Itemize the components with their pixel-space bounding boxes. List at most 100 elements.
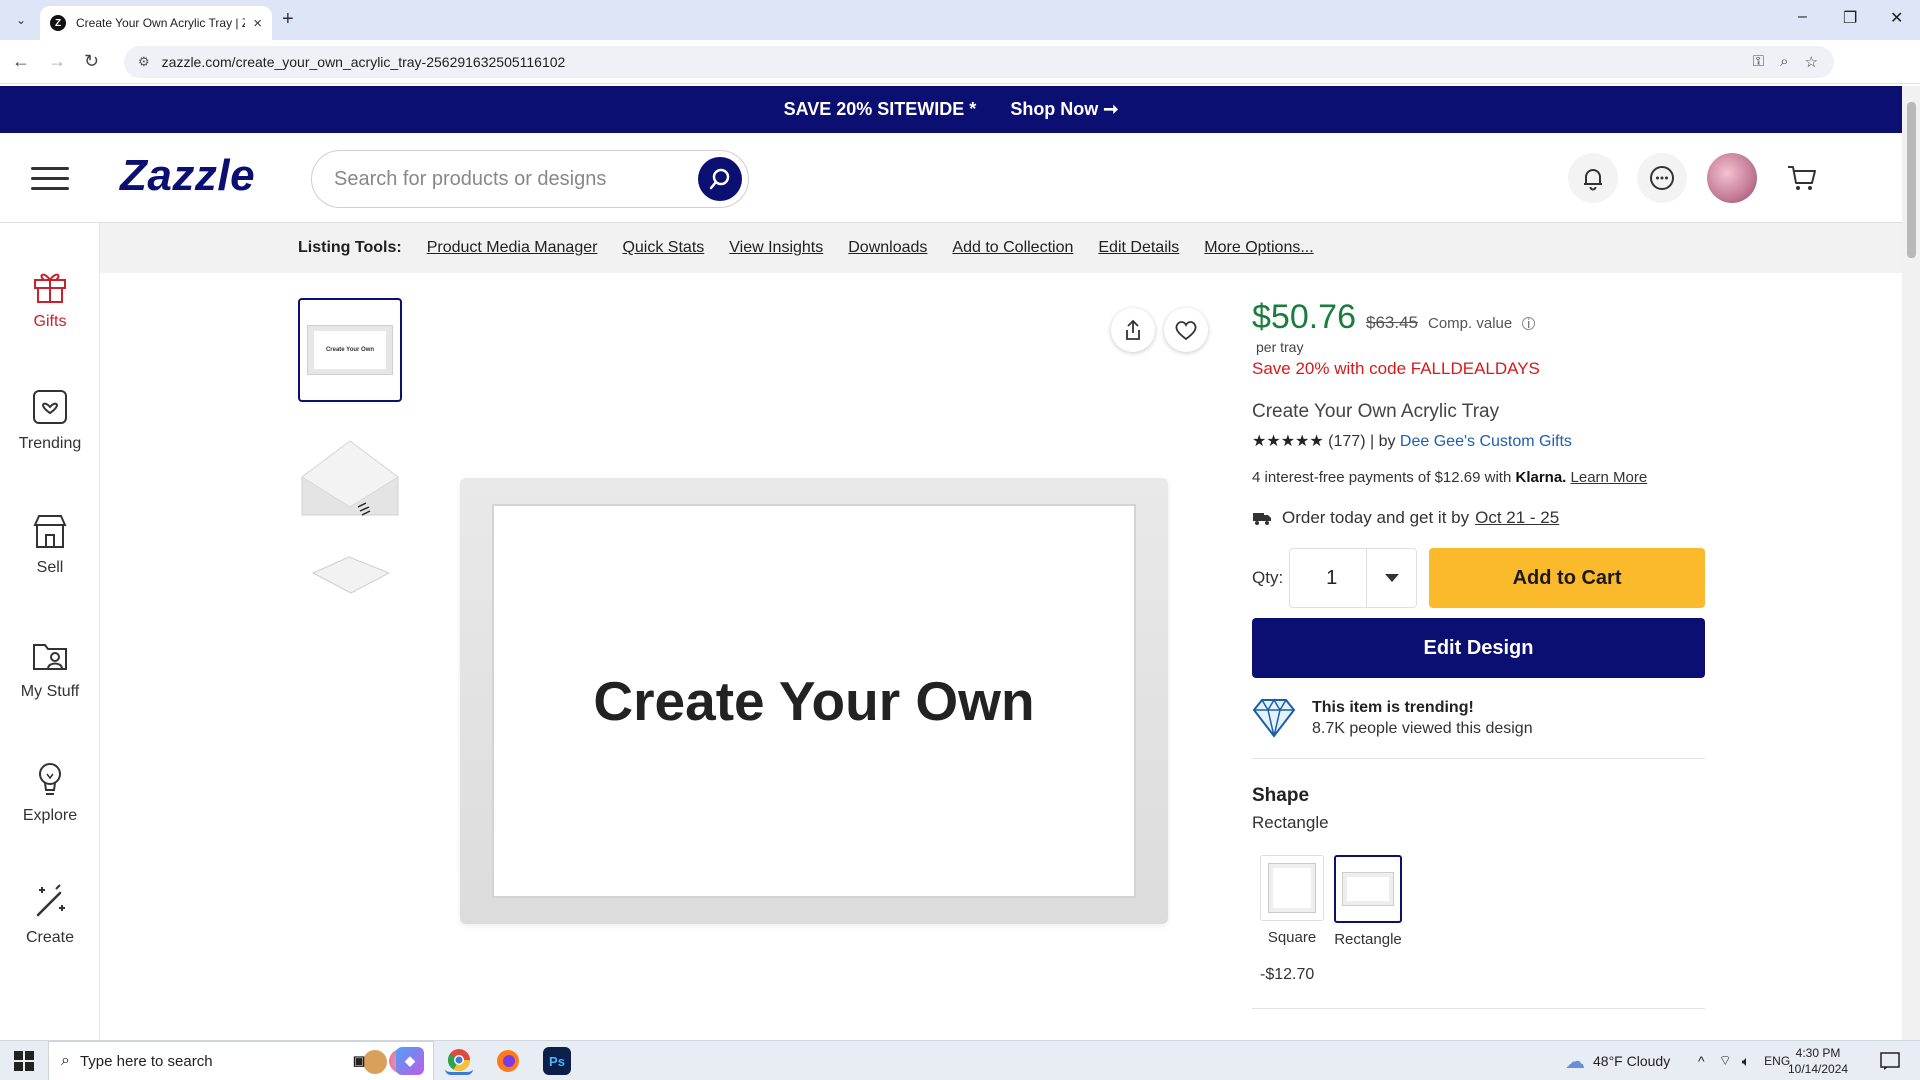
zazzle-logo[interactable]: Zazzle: [120, 151, 255, 201]
rail-item-create[interactable]: Create: [0, 881, 100, 947]
tool-add-to-collection[interactable]: Add to Collection: [952, 239, 1073, 257]
photoshop-icon[interactable]: Ps: [543, 1047, 571, 1075]
listing-tools-bar: Listing Tools: Product Media Manager Qui…: [100, 223, 1902, 273]
notifications-bell-icon[interactable]: [1568, 153, 1618, 203]
site-info-icon[interactable]: ⚙: [138, 54, 150, 70]
thumbnail-front[interactable]: Create Your Own: [298, 298, 402, 402]
hamburger-menu-icon[interactable]: [31, 167, 69, 197]
share-icon: [1126, 319, 1140, 340]
reload-icon[interactable]: ↻: [84, 51, 99, 72]
tool-product-media-manager[interactable]: Product Media Manager: [427, 239, 598, 257]
shop-now-link[interactable]: Shop Now ➞: [1010, 99, 1118, 120]
volume-icon[interactable]: 🔈︎: [1742, 1053, 1750, 1070]
rail-label: Create: [25, 929, 75, 946]
gift-icon: [34, 273, 66, 303]
qty-value: 1: [1326, 566, 1338, 589]
qty-select[interactable]: 1: [1289, 548, 1418, 608]
omnibox[interactable]: ⚙ zazzle.com/create_your_own_acrylic_tra…: [124, 46, 1834, 78]
tray-chevron-icon[interactable]: ^: [1698, 1053, 1705, 1069]
bookmark-star-icon[interactable]: ☆: [1805, 53, 1818, 71]
folder-icon: [33, 644, 67, 670]
shape-option-rectangle[interactable]: Rectangle: [1334, 855, 1402, 948]
seller-link[interactable]: Dee Gee's Custom Gifts: [1400, 433, 1572, 450]
thumbnail-angle[interactable]: [298, 420, 402, 524]
delivery-date[interactable]: Oct 21 - 25: [1475, 508, 1559, 528]
shape-option-square[interactable]: Square: [1260, 855, 1324, 948]
zoom-icon[interactable]: ⌕: [1780, 53, 1788, 71]
edit-design-button[interactable]: Edit Design: [1252, 618, 1705, 678]
taskbar-search[interactable]: ⌕ Type here to search: [48, 1041, 434, 1080]
cart-icon[interactable]: [1777, 153, 1827, 203]
messages-icon[interactable]: [1637, 153, 1687, 203]
rail-item-explore[interactable]: Explore: [0, 759, 100, 825]
share-button[interactable]: [1111, 308, 1155, 352]
scrollbar-thumb[interactable]: [1907, 102, 1916, 258]
browser-tab[interactable]: Z Create Your Own Acrylic Tray | Z ×: [40, 6, 272, 40]
search-input[interactable]: [334, 167, 674, 191]
notification-center-icon[interactable]: [1880, 1041, 1900, 1080]
tab-title: Create Your Own Acrylic Tray | Z: [76, 16, 246, 30]
magic-wand-icon: [36, 884, 65, 917]
qty-label: Qty:: [1252, 568, 1284, 587]
minimize-icon[interactable]: –: [1798, 8, 1807, 26]
tab-search-chevron-icon[interactable]: ⌄: [10, 9, 32, 31]
url-text[interactable]: zazzle.com/create_your_own_acrylic_tray-…: [162, 54, 566, 70]
chrome-icon[interactable]: [445, 1047, 473, 1075]
password-key-icon[interactable]: ⚿: [1753, 53, 1764, 71]
shape-selected-value: Rectangle: [1252, 813, 1329, 832]
review-count[interactable]: (177) | by: [1328, 433, 1395, 450]
shape-label: Rectangle: [1334, 931, 1402, 948]
favorite-button[interactable]: [1164, 308, 1208, 352]
user-avatar[interactable]: [1707, 153, 1757, 203]
taskbar-clock[interactable]: 4:30 PM 10/14/2024: [1788, 1045, 1848, 1077]
rail-item-my-stuff[interactable]: My Stuff: [0, 635, 100, 701]
windows-start-icon[interactable]: [14, 1051, 34, 1076]
left-rail: Gifts Trending Sell My Stuff Explore Cre…: [0, 223, 100, 1040]
close-tab-icon[interactable]: ×: [253, 15, 262, 32]
restore-icon[interactable]: ❐: [1843, 8, 1857, 28]
thumbnail-flat[interactable]: [298, 522, 402, 626]
rail-label: Trending: [18, 435, 82, 452]
task-view-icon[interactable]: ▣: [345, 1047, 373, 1075]
rail-item-trending[interactable]: Trending: [0, 387, 100, 453]
shape-price-diff: -$12.70: [1260, 966, 1315, 983]
main-product-image[interactable]: Create Your Own: [460, 478, 1168, 924]
copilot-icon[interactable]: ◆: [396, 1047, 424, 1075]
klarna-learn-more[interactable]: Learn More: [1571, 469, 1648, 486]
tool-edit-details[interactable]: Edit Details: [1098, 239, 1179, 257]
weather-text: 48°F Cloudy: [1593, 1053, 1671, 1069]
network-icon[interactable]: ⌔: [1719, 1052, 1732, 1070]
trending-banner: This item is trending! 8.7K people viewe…: [1252, 698, 1705, 759]
price: $50.76: [1252, 298, 1356, 336]
search-button[interactable]: [698, 157, 742, 201]
new-tab-icon[interactable]: +: [282, 8, 294, 31]
address-bar: ← → ↻ ⚙ zazzle.com/create_your_own_acryl…: [0, 40, 1920, 113]
tool-view-insights[interactable]: View Insights: [729, 239, 823, 257]
tool-more-options[interactable]: More Options...: [1204, 239, 1313, 257]
add-to-cart-button[interactable]: Add to Cart: [1429, 548, 1705, 608]
taskbar-search-text: Type here to search: [79, 1052, 213, 1070]
truck-icon: [1253, 513, 1271, 525]
close-window-icon[interactable]: ✕: [1890, 8, 1903, 28]
tool-quick-stats[interactable]: Quick Stats: [622, 239, 704, 257]
shape-swatch: [1334, 855, 1402, 923]
rail-item-sell[interactable]: Sell: [0, 511, 100, 577]
weather-widget[interactable]: ☁ 48°F Cloudy: [1565, 1041, 1670, 1080]
firefox-icon[interactable]: [494, 1047, 522, 1075]
klarna-row: 4 interest-free payments of $12.69 with …: [1252, 469, 1705, 486]
search-icon: [709, 168, 730, 190]
forward-icon[interactable]: →: [48, 51, 66, 72]
per-unit: per tray: [1256, 339, 1304, 355]
shape-swatch: [1260, 855, 1324, 921]
rail-item-gifts[interactable]: Gifts: [0, 265, 100, 331]
store-icon: [33, 515, 67, 548]
page-scrollbar[interactable]: [1902, 86, 1920, 1040]
rating-stars[interactable]: ★★★★★: [1252, 433, 1324, 450]
shape-title: Shape: [1252, 785, 1310, 806]
caret-down-icon[interactable]: [1366, 549, 1416, 607]
language-indicator[interactable]: ENG: [1764, 1054, 1790, 1068]
tool-downloads[interactable]: Downloads: [848, 239, 927, 257]
comp-value-label: Comp. value: [1428, 315, 1513, 332]
info-icon[interactable]: i: [1522, 317, 1536, 330]
back-icon[interactable]: ←: [12, 51, 30, 72]
